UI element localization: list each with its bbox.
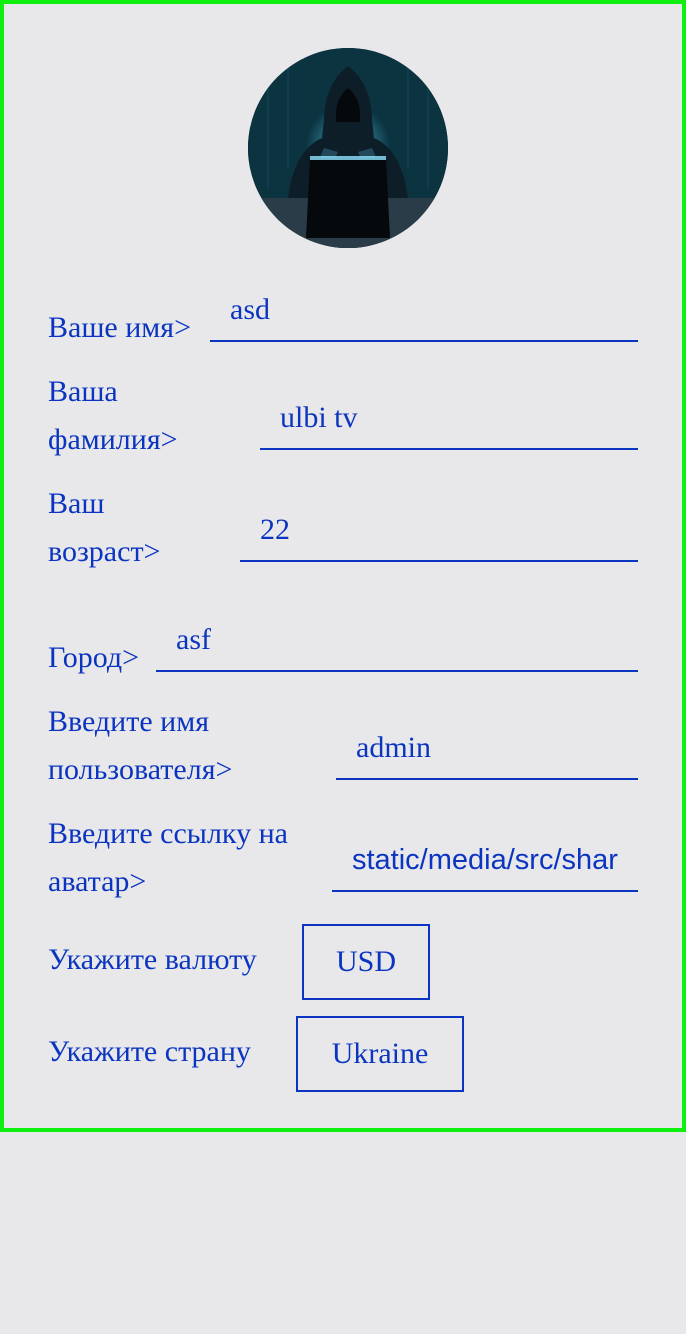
last-name-field: Ваша фамилия>	[48, 368, 638, 466]
first-name-field: Ваше имя>	[48, 280, 638, 354]
avatar-url-label-line2: аватар>	[48, 865, 147, 898]
first-name-underline	[210, 280, 638, 342]
username-label-line1: Введите имя	[48, 705, 210, 738]
username-input[interactable]	[336, 718, 638, 778]
avatar-url-field: Введите ссылку на аватар>	[48, 810, 638, 908]
last-name-underline	[260, 388, 638, 450]
city-underline	[156, 610, 638, 672]
first-name-input[interactable]	[210, 280, 638, 340]
avatar	[248, 48, 448, 248]
first-name-label: Ваше имя>	[48, 311, 191, 344]
city-input[interactable]	[156, 610, 638, 670]
currency-label: Укажите валюту	[48, 943, 257, 976]
city-label: Город>	[48, 641, 140, 674]
profile-card: Ваше имя> Ваша фамилия> Ваш возраст> Гор…	[0, 0, 686, 1132]
currency-select[interactable]: USD	[302, 924, 430, 1000]
age-underline	[240, 500, 638, 562]
hooded-hacker-icon	[248, 48, 448, 248]
username-field: Введите имя пользователя>	[48, 698, 638, 796]
last-name-input[interactable]	[260, 388, 638, 448]
username-underline	[336, 718, 638, 780]
currency-field: Укажите валюту USD	[48, 924, 638, 1000]
last-name-label-line2: фамилия>	[48, 423, 178, 456]
avatar-url-label-line1: Введите ссылку на	[48, 817, 288, 850]
country-select[interactable]: Ukraine	[296, 1016, 464, 1092]
age-label-line2: возраст>	[48, 535, 161, 568]
last-name-label-line1: Ваша	[48, 375, 118, 408]
age-label-line1: Ваш	[48, 487, 105, 520]
country-label: Укажите страну	[48, 1035, 251, 1068]
avatar-url-input[interactable]	[332, 830, 638, 890]
age-input[interactable]	[240, 500, 638, 560]
country-field: Укажите страну Ukraine	[48, 1016, 638, 1092]
age-field: Ваш возраст>	[48, 480, 638, 578]
avatar-url-underline	[332, 830, 638, 892]
username-label-line2: пользователя>	[48, 753, 233, 786]
city-field: Город>	[48, 610, 638, 684]
